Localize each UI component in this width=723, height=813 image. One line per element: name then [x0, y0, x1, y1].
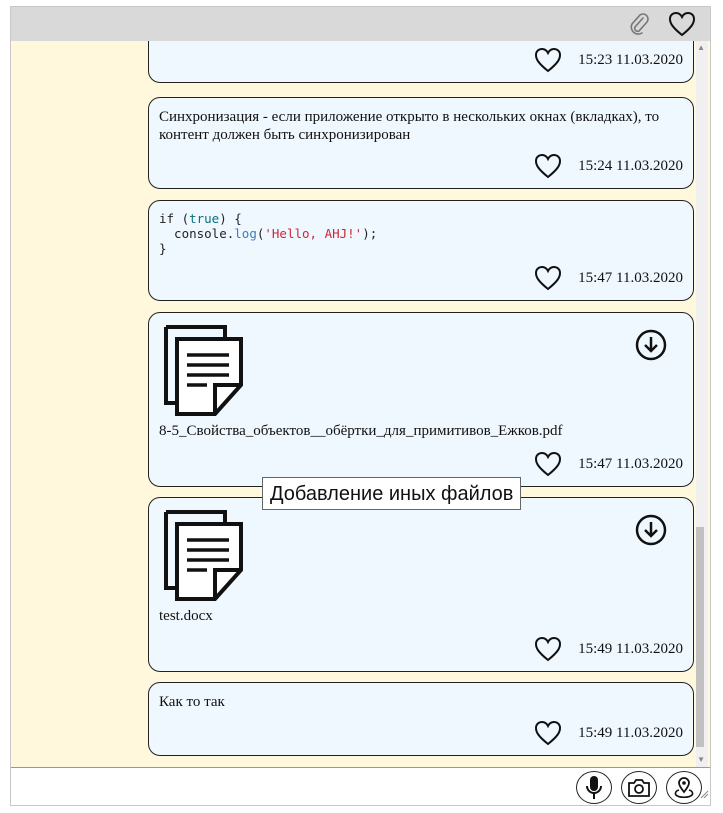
microphone-button[interactable]	[576, 771, 612, 804]
like-heart-icon[interactable]	[534, 153, 562, 179]
message-timestamp: 15:47 11.03.2020	[578, 269, 683, 286]
document-icon[interactable]	[163, 510, 245, 607]
like-heart-icon[interactable]	[534, 265, 562, 291]
camera-icon	[628, 778, 650, 797]
message-file: 8-5_Свойства_объектов__обёртки_для_прими…	[148, 312, 694, 487]
paperclip-icon[interactable]	[628, 12, 650, 36]
message-timestamp: 15:24 11.03.2020	[578, 157, 683, 174]
chat-window: 15:23 11.03.2020 Синхронизация - если пр…	[10, 6, 711, 806]
file-name[interactable]: test.docx	[159, 608, 213, 625]
message-timestamp: 15:47 11.03.2020	[578, 455, 683, 472]
like-heart-icon[interactable]	[534, 720, 562, 746]
message-text: 15:23 11.03.2020	[148, 41, 694, 83]
microphone-icon	[586, 775, 602, 799]
message-footer: 15:49 11.03.2020	[534, 636, 683, 662]
message-text-content: Синхронизация - если приложение открыто …	[159, 109, 663, 143]
message-text: Синхронизация - если приложение открыто …	[148, 97, 694, 189]
favorites-heart-icon[interactable]	[668, 11, 696, 37]
scroll-up-arrow-icon[interactable]: ▲	[697, 43, 705, 53]
message-input[interactable]	[11, 768, 571, 805]
scrollbar-thumb[interactable]	[696, 527, 704, 747]
scroll-down-arrow-icon[interactable]: ▼	[697, 755, 705, 765]
message-footer: 15:47 11.03.2020	[534, 265, 683, 291]
message-file: test.docx 15:49 11.03.2020	[148, 497, 694, 672]
like-heart-icon[interactable]	[534, 636, 562, 662]
message-timestamp: 15:23 11.03.2020	[578, 51, 683, 68]
file-name[interactable]: 8-5_Свойства_объектов__обёртки_для_прими…	[159, 423, 563, 440]
camera-button[interactable]	[621, 771, 657, 804]
message-text: Как то так 15:49 11.03.2020	[148, 682, 694, 756]
tooltip: Добавление иных файлов	[262, 477, 522, 510]
download-icon[interactable]	[635, 514, 667, 551]
top-bar	[11, 7, 710, 41]
message-footer: 15:49 11.03.2020	[534, 720, 683, 746]
message-text-content: Как то так	[159, 694, 225, 710]
document-icon[interactable]	[163, 325, 245, 422]
geolocation-icon	[674, 776, 694, 798]
message-timestamp: 15:49 11.03.2020	[578, 724, 683, 741]
code-line: console.log('Hello, AHJ!');	[159, 226, 378, 241]
like-heart-icon[interactable]	[534, 47, 562, 73]
geolocation-button[interactable]	[666, 771, 702, 804]
resize-grip-icon[interactable]	[699, 786, 709, 804]
code-block: if (true) { console.log('Hello, AHJ!'); …	[159, 211, 377, 256]
code-line: }	[159, 241, 167, 256]
like-heart-icon[interactable]	[534, 451, 562, 477]
message-code: if (true) { console.log('Hello, AHJ!'); …	[148, 200, 694, 301]
message-input-area	[11, 767, 710, 805]
download-icon[interactable]	[635, 329, 667, 366]
message-timestamp: 15:49 11.03.2020	[578, 640, 683, 657]
message-footer: 15:24 11.03.2020	[534, 153, 683, 179]
code-line: if (true) {	[159, 211, 242, 226]
scrollbar[interactable]: ▲ ▼	[696, 41, 708, 767]
message-footer: 15:23 11.03.2020	[534, 47, 683, 73]
message-footer: 15:47 11.03.2020	[534, 451, 683, 477]
messages-list: 15:23 11.03.2020 Синхронизация - если пр…	[11, 41, 710, 767]
